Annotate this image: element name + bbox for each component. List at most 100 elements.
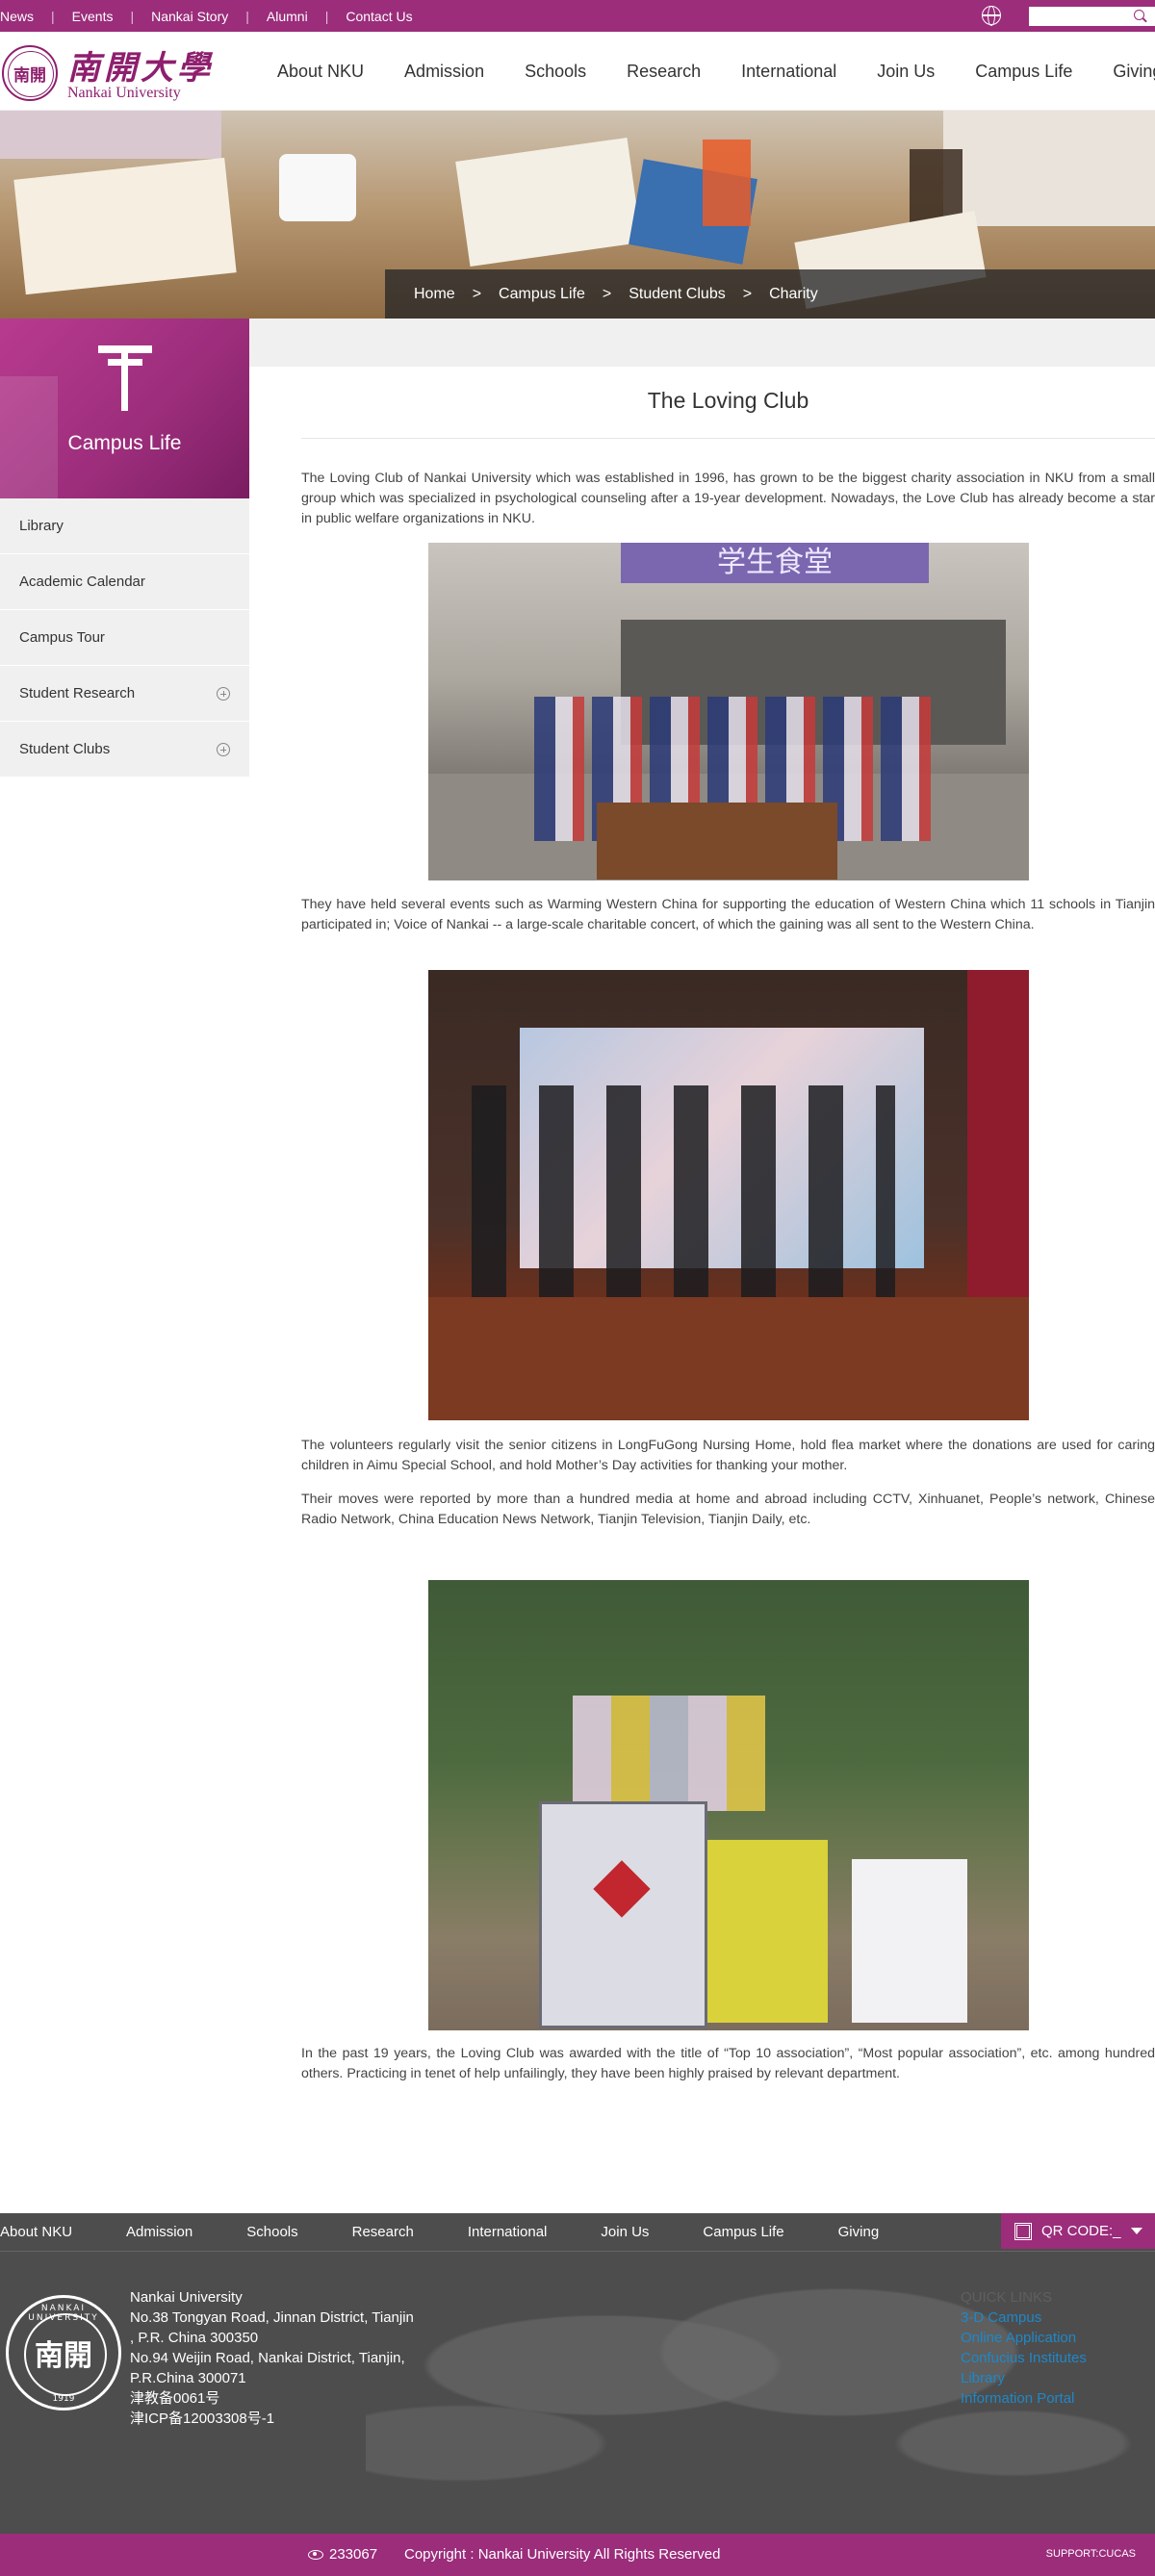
chevron-down-icon [1130,2228,1142,2234]
sidebar-item-student-research[interactable]: Student Research [0,666,249,722]
photo-detail [967,970,1029,1336]
canteen-sign: 学生食堂 [621,543,929,583]
separator: | [245,8,249,24]
utility-link-contact[interactable]: Contact Us [346,9,412,24]
photo-detail [428,1297,1029,1420]
sidebar-item-library[interactable]: Library [0,498,249,554]
seal-ring-text: NANKAI UNIVERSITY [28,2304,99,2323]
support-credit[interactable]: SUPPORT:CUCAS [1046,2548,1136,2560]
logo-english[interactable]: Nankai University [67,85,181,102]
quick-link-information-portal[interactable]: Information Portal [961,2388,1087,2409]
banner-book [13,157,237,295]
nav-schools[interactable]: Schools [525,62,586,82]
photo-volunteers-canteen: 学生食堂 [428,543,1029,880]
qr-code-button[interactable]: QR CODE:_ [1001,2213,1155,2249]
footer-nav-join-us[interactable]: Join Us [601,2224,649,2240]
article-paragraph: In the past 19 years, the Loving Club wa… [301,2046,1155,2081]
utility-link-news[interactable]: News [0,9,34,24]
footer-address: Nankai University No.38 Tongyan Road, Ji… [130,2287,448,2429]
footer-nav-campus-life[interactable]: Campus Life [703,2224,783,2240]
photo-charity-posters [428,1580,1029,2030]
photo-stage-performance [428,970,1029,1420]
article-paragraph: They have held several events such as Wa… [301,897,1155,932]
site-footer: About NKU Admission Schools Research Int… [0,2213,1155,2534]
photo-detail [707,1840,828,2023]
title-divider [301,438,1155,439]
sidebar-item-label: Campus Tour [19,629,105,646]
logo-chinese[interactable]: 南開大學 [67,41,214,89]
quick-link-3d-campus[interactable]: 3-D Campus [961,2308,1087,2328]
separator: | [51,8,55,24]
breadcrumb-separator: > [742,285,753,302]
article-paragraph: The volunteers regularly visit the senio… [301,1438,1155,1473]
nav-join-us[interactable]: Join Us [877,62,935,82]
sidebar-item-student-clubs[interactable]: Student Clubs [0,722,249,778]
qr-code-icon [1014,2222,1032,2240]
nav-research[interactable]: Research [627,62,701,82]
seal-year: 1919 [52,2394,75,2404]
quick-link-library[interactable]: Library [961,2368,1087,2388]
footer-nav-research[interactable]: Research [352,2224,414,2240]
address-line: P.R.China 300071 [130,2370,246,2386]
logo-seal-icon[interactable]: 南開 [2,45,58,101]
sidebar-item-label: Student Clubs [19,741,111,757]
banner-detail [943,111,1155,226]
sidebar-item-campus-tour[interactable]: Campus Tour [0,610,249,666]
separator: | [130,8,135,24]
banner-book [455,138,642,267]
sidebar-item-label: Student Research [19,685,136,701]
top-utility-bar: News | Events | Nankai Story | Alumni | … [0,0,1155,32]
utility-link-events[interactable]: Events [72,9,114,24]
expand-plus-icon[interactable] [217,687,230,701]
breadcrumb-campus-life[interactable]: Campus Life [499,286,585,303]
nav-giving[interactable]: Giving [1113,62,1155,82]
breadcrumb-separator: > [602,285,612,302]
footer-nav-giving[interactable]: Giving [838,2224,880,2240]
article-paragraph: Their moves were reported by more than a… [301,1492,1155,1527]
quick-links: QUICK LINKS 3-D Campus Online Applicatio… [961,2287,1087,2409]
seal-center-text: 南開 [35,2339,92,2373]
quick-link-online-application[interactable]: Online Application [961,2328,1087,2348]
footer-nav-admission[interactable]: Admission [126,2224,192,2240]
globe-icon[interactable] [982,6,1001,26]
sidebar-hero: Campus Life [0,319,249,498]
copyright-bar: 233067 Copyright : Nankai University All… [0,2534,1155,2576]
signpost-icon [94,344,156,411]
registration-line: 津教备0061号 [130,2390,220,2407]
address-line: Nankai University [130,2289,243,2306]
separator: | [324,8,329,24]
breadcrumb-home[interactable]: Home [414,286,455,303]
article-title: The Loving Club [647,388,809,413]
breadcrumb-charity[interactable]: Charity [769,286,818,303]
utility-link-nankai-story[interactable]: Nankai Story [151,9,228,24]
search-icon[interactable] [1134,10,1144,20]
nav-campus-life[interactable]: Campus Life [975,62,1072,82]
eye-icon [308,2550,323,2560]
main-nav: About NKU Admission Schools Research Int… [277,32,1155,111]
banner-detail [0,111,221,159]
quick-link-confucius-institutes[interactable]: Confucius Institutes [961,2348,1087,2368]
sidebar-title: Campus Life [67,432,182,454]
utility-links: News | Events | Nankai Story | Alumni | … [0,0,413,32]
photo-detail [573,1696,765,1811]
footer-nav: About NKU Admission Schools Research Int… [0,2213,1155,2252]
nav-admission[interactable]: Admission [404,62,484,82]
footer-nav-international[interactable]: International [468,2224,548,2240]
sidebar-item-label: Library [19,518,64,534]
nav-international[interactable]: International [741,62,836,82]
nav-about[interactable]: About NKU [277,62,364,82]
copyright-text: Copyright : Nankai University All Rights… [404,2546,721,2563]
content-header-strip [249,319,1155,367]
qr-code-label: QR CODE:_ [1041,2223,1121,2239]
breadcrumb-student-clubs[interactable]: Student Clubs [629,286,726,303]
footer-nav-schools[interactable]: Schools [246,2224,297,2240]
article-paragraph: The Loving Club of Nankai University whi… [301,471,1155,526]
photo-detail [852,1859,967,2023]
utility-link-alumni[interactable]: Alumni [267,9,308,24]
footer-nav-about[interactable]: About NKU [0,2224,72,2240]
sidebar-item-academic-calendar[interactable]: Academic Calendar [0,554,249,610]
quick-links-title: QUICK LINKS [961,2289,1053,2306]
icp-line[interactable]: 津ICP备12003308号-1 [130,2409,448,2429]
expand-plus-icon[interactable] [217,743,230,756]
banner-cup [279,154,356,221]
